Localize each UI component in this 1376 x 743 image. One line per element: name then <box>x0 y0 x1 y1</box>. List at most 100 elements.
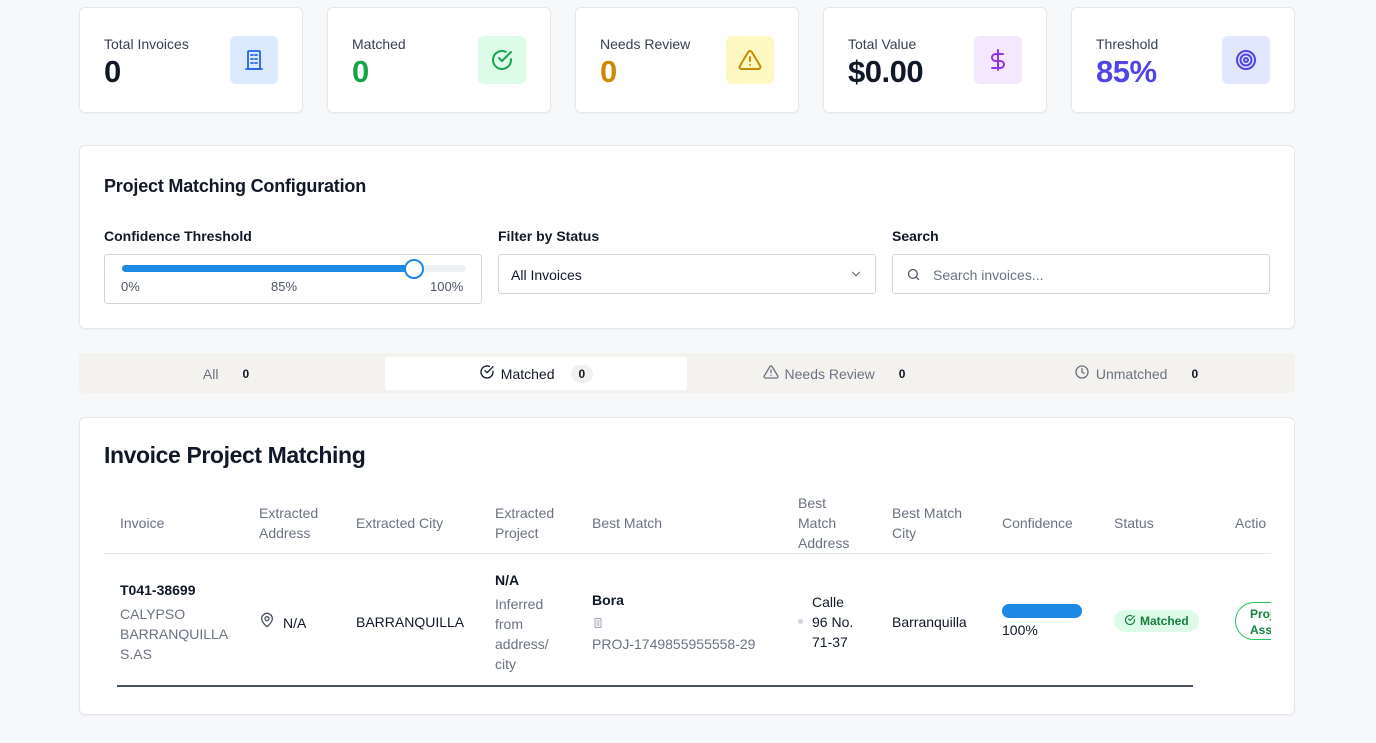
invoice-id: T041-38699 <box>120 582 196 598</box>
tick-min: 0% <box>121 279 140 294</box>
best-match-address: Calle 96 No. 71-37 <box>812 592 853 652</box>
header-invoice[interactable]: Invoice <box>120 513 164 533</box>
stat-label: Matched <box>352 36 406 52</box>
header-divider <box>104 553 1272 554</box>
header-text: Project <box>495 525 539 541</box>
warning-icon <box>762 364 779 383</box>
header-extracted-address[interactable]: Extracted Address <box>259 503 318 543</box>
header-text: Best <box>798 495 827 511</box>
note-line: from <box>495 616 523 632</box>
tab-label: Unmatched <box>1095 365 1168 382</box>
check-circle-icon <box>478 36 526 84</box>
threshold-slider-thumb[interactable] <box>404 259 425 279</box>
header-best-match-address[interactable]: Best Match Address <box>798 493 849 553</box>
building-icon <box>230 36 278 84</box>
table-title: Invoice Project Matching <box>104 442 366 468</box>
extracted-project-note: Inferred from address/ city <box>495 594 549 674</box>
header-extracted-project[interactable]: Extracted Project <box>495 503 554 543</box>
extracted-address-cell: N/A <box>259 612 306 633</box>
stat-card-needs-review: Needs Review 0 <box>575 7 799 113</box>
note-line: address/ <box>495 636 549 652</box>
building-icon <box>592 614 604 634</box>
status-filter-label: Filter by Status <box>498 228 600 244</box>
tab-needs-review[interactable]: Needs Review 0 <box>687 357 989 390</box>
best-match-name: Bora <box>592 592 624 608</box>
tab-unmatched[interactable]: Unmatched 0 <box>989 357 1291 390</box>
tab-count: 0 <box>898 366 906 381</box>
search-input[interactable] <box>933 264 1253 286</box>
tab-matched[interactable]: Matched 0 <box>385 357 687 390</box>
stat-card-total-invoices: Total Invoices 0 <box>79 7 303 113</box>
status-text: Matched <box>1140 614 1189 628</box>
status-filter-value: All Invoices <box>511 267 582 283</box>
tick-max: 100% <box>430 279 464 294</box>
confidence-bar <box>1002 604 1082 618</box>
header-text: Extracted <box>259 505 319 521</box>
address-line: 71-37 <box>812 634 848 650</box>
header-actions[interactable]: Actio <box>1235 513 1266 533</box>
search-label: Search <box>892 228 939 244</box>
header-text: Match <box>798 515 837 531</box>
search-icon <box>906 267 921 287</box>
clock-icon <box>1074 364 1090 383</box>
address-line: Calle <box>812 594 844 610</box>
stat-value: 0 <box>600 54 617 89</box>
stat-label: Total Value <box>848 36 917 52</box>
extracted-city: BARRANQUILLA <box>356 614 465 630</box>
header-best-match-city[interactable]: Best Match City <box>892 503 962 543</box>
threshold-label: Confidence Threshold <box>104 228 252 244</box>
target-icon <box>1222 36 1270 84</box>
stat-card-matched: Matched 0 <box>327 7 551 113</box>
chevron-down-icon <box>849 267 863 284</box>
matching-configuration-panel: Project Matching Configuration Confidenc… <box>79 145 1295 329</box>
vendor-line: CALYPSO <box>120 606 186 622</box>
stat-card-threshold: Threshold 85% <box>1071 7 1295 113</box>
header-text: City <box>892 525 917 541</box>
stat-label: Threshold <box>1096 36 1159 52</box>
best-match-city: Barranquilla <box>892 614 967 630</box>
header-best-match[interactable]: Best Match <box>592 513 662 533</box>
extracted-address: N/A <box>283 614 307 631</box>
tab-all[interactable]: All 0 <box>79 357 381 390</box>
tab-count: 0 <box>1191 366 1199 381</box>
confidence-value: 100% <box>1002 622 1038 638</box>
stat-card-total-value: Total Value $0.00 <box>823 7 1047 113</box>
address-line: 96 No. <box>812 614 854 630</box>
check-circle-icon <box>1124 614 1136 629</box>
map-pin-icon <box>259 612 275 633</box>
stat-value: $0.00 <box>848 54 924 89</box>
header-text: Extracted <box>495 505 555 521</box>
tab-label: Needs Review <box>784 365 875 382</box>
stat-value: 0 <box>352 54 369 89</box>
extracted-project: N/A <box>495 572 520 588</box>
threshold-slider-fill <box>122 265 415 272</box>
tick-current: 85% <box>271 279 298 294</box>
header-text: Address <box>259 525 311 541</box>
threshold-slider-box: 0% 85% 100% <box>104 254 482 304</box>
header-text: Best Match <box>892 505 963 521</box>
config-title: Project Matching Configuration <box>104 176 366 196</box>
vendor-line: S.AS <box>120 646 152 662</box>
header-extracted-city[interactable]: Extracted City <box>356 513 443 533</box>
search-box <box>892 254 1270 294</box>
dollar-icon <box>974 36 1022 84</box>
table-overflow-mask <box>1271 548 1294 714</box>
header-confidence[interactable]: Confidence <box>1002 513 1073 533</box>
check-circle-icon <box>479 364 495 383</box>
best-match-code: PROJ-1749855955558-29 <box>592 636 756 652</box>
stat-label: Needs Review <box>600 36 691 52</box>
header-status[interactable]: Status <box>1114 513 1154 533</box>
horizontal-scrollbar[interactable] <box>117 685 1193 687</box>
stat-label: Total Invoices <box>104 36 189 52</box>
header-text: Address <box>798 535 850 551</box>
tab-label: All <box>202 365 219 382</box>
threshold-slider-track[interactable] <box>122 259 466 279</box>
note-line: city <box>495 656 516 672</box>
tab-label: Matched <box>500 365 555 382</box>
status-badge: Matched <box>1114 610 1199 632</box>
stat-value: 85% <box>1096 54 1157 89</box>
tab-count: 0 <box>570 364 594 383</box>
status-filter-select[interactable]: All Invoices <box>498 254 876 294</box>
note-line: Inferred <box>495 596 544 612</box>
invoice-vendor: CALYPSO BARRANQUILLA S.AS <box>120 604 228 664</box>
